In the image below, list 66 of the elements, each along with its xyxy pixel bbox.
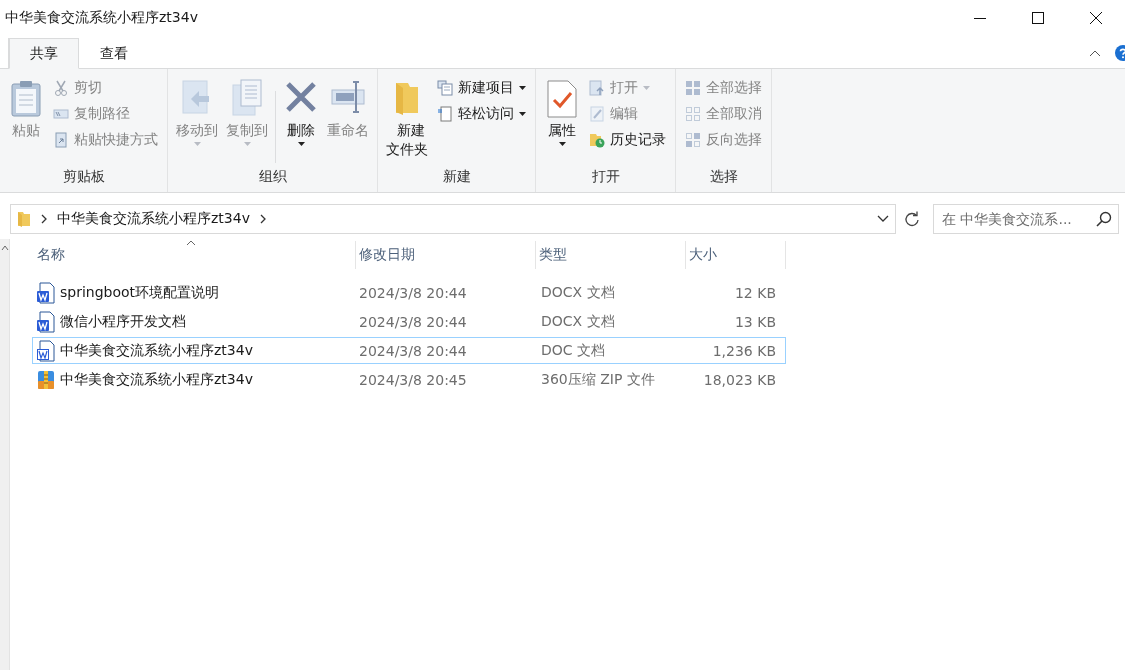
file-type: DOC 文档 [541, 341, 606, 360]
select-none-icon [685, 106, 701, 122]
shortcut-icon [53, 132, 69, 148]
scissors-icon [53, 80, 69, 96]
dropdown-icon [877, 215, 890, 223]
copy-to-icon [229, 79, 265, 119]
modified-date: 2024/3/8 20:44 [359, 342, 467, 359]
edit-icon [589, 106, 605, 122]
file-size: 12 KB [734, 284, 776, 301]
document-icon [437, 106, 453, 122]
file-name: springboot环境配置说明 [60, 283, 220, 302]
invert-selection-icon [685, 132, 701, 148]
ribbon-tab[interactable]: 查看 [79, 38, 149, 69]
ribbon-button[interactable]: 新建文件夹 [383, 75, 431, 163]
ribbon-button[interactable]: 历史记录 [585, 127, 670, 153]
open-icon [589, 80, 605, 96]
breadcrumb[interactable]: 中华美食交流系统小程序zt34v [57, 210, 250, 228]
group-label: 新建 [441, 168, 472, 186]
modified-date: 2024/3/8 20:45 [359, 371, 467, 388]
ribbon-button[interactable]: 删除 [280, 75, 322, 150]
file-type: DOCX 文档 [541, 283, 615, 302]
folder-icon [17, 211, 31, 227]
column-header[interactable]: 大小 [686, 241, 786, 269]
address-bar[interactable]: 中华美食交流系统小程序zt34v [10, 204, 897, 234]
ribbon-button[interactable]: 轻松访问 [433, 101, 530, 127]
search-icon [1096, 211, 1112, 227]
column-header[interactable]: 修改日期 [356, 241, 536, 269]
file-row[interactable]: 中华美食交流系统小程序zt34v 2024/3/8 20:45 360压缩 ZIP 文件 18,023 KB [32, 366, 786, 393]
modified-date: 2024/3/8 20:44 [359, 313, 467, 330]
maximize-icon [1032, 12, 1044, 24]
file-type: DOCX 文档 [541, 312, 615, 331]
chevron-right-icon [258, 214, 267, 224]
close-icon [1090, 12, 1102, 24]
file-name: 中华美食交流系统小程序zt34v [60, 341, 253, 360]
file-row[interactable]: 中华美食交流系统小程序zt34v 2024/3/8 20:44 DOC 文档 1,236 KB [32, 337, 786, 364]
minimize-icon [974, 17, 986, 19]
new-item-icon [437, 80, 453, 96]
select-all-icon [685, 80, 701, 96]
chevron-up-icon [1089, 49, 1101, 57]
history-icon [589, 132, 605, 148]
chevron-up-icon [0, 245, 9, 251]
group-label: 组织 [257, 168, 288, 186]
file-size: 13 KB [734, 313, 776, 330]
group-label: 打开 [590, 168, 621, 186]
file-row[interactable]: springboot环境配置说明 2024/3/8 20:44 DOCX 文档 12 KB [32, 279, 786, 306]
ribbon-button[interactable]: 新建项目 [433, 75, 530, 101]
ribbon-tab[interactable]: 共享 [9, 38, 79, 69]
modified-date: 2024/3/8 20:44 [359, 284, 467, 301]
file-row[interactable]: 微信小程序开发文档 2024/3/8 20:44 DOCX 文档 13 KB [32, 308, 786, 335]
group-label: 选择 [708, 168, 739, 186]
column-header[interactable]: 名称 [34, 241, 356, 269]
refresh-icon [904, 211, 921, 227]
chevron-right-icon [40, 214, 48, 224]
ribbon-button[interactable]: 属性 [541, 75, 583, 150]
checkmark-document-icon [544, 79, 580, 119]
file-type: 360压缩 ZIP 文件 [541, 370, 655, 389]
window-title: 中华美食交流系统小程序zt34v [4, 9, 198, 27]
file-name: 中华美食交流系统小程序zt34v [60, 370, 253, 389]
file-name: 微信小程序开发文档 [60, 312, 186, 331]
file-size: 1,236 KB [712, 342, 776, 359]
path-icon [53, 106, 69, 122]
column-header[interactable]: 类型 [536, 241, 686, 269]
file-size: 18,023 KB [703, 371, 776, 388]
clipboard-icon [8, 79, 44, 119]
search-field[interactable]: 在 中华美食交流系... [933, 204, 1119, 234]
group-label: 剪贴板 [61, 168, 106, 186]
